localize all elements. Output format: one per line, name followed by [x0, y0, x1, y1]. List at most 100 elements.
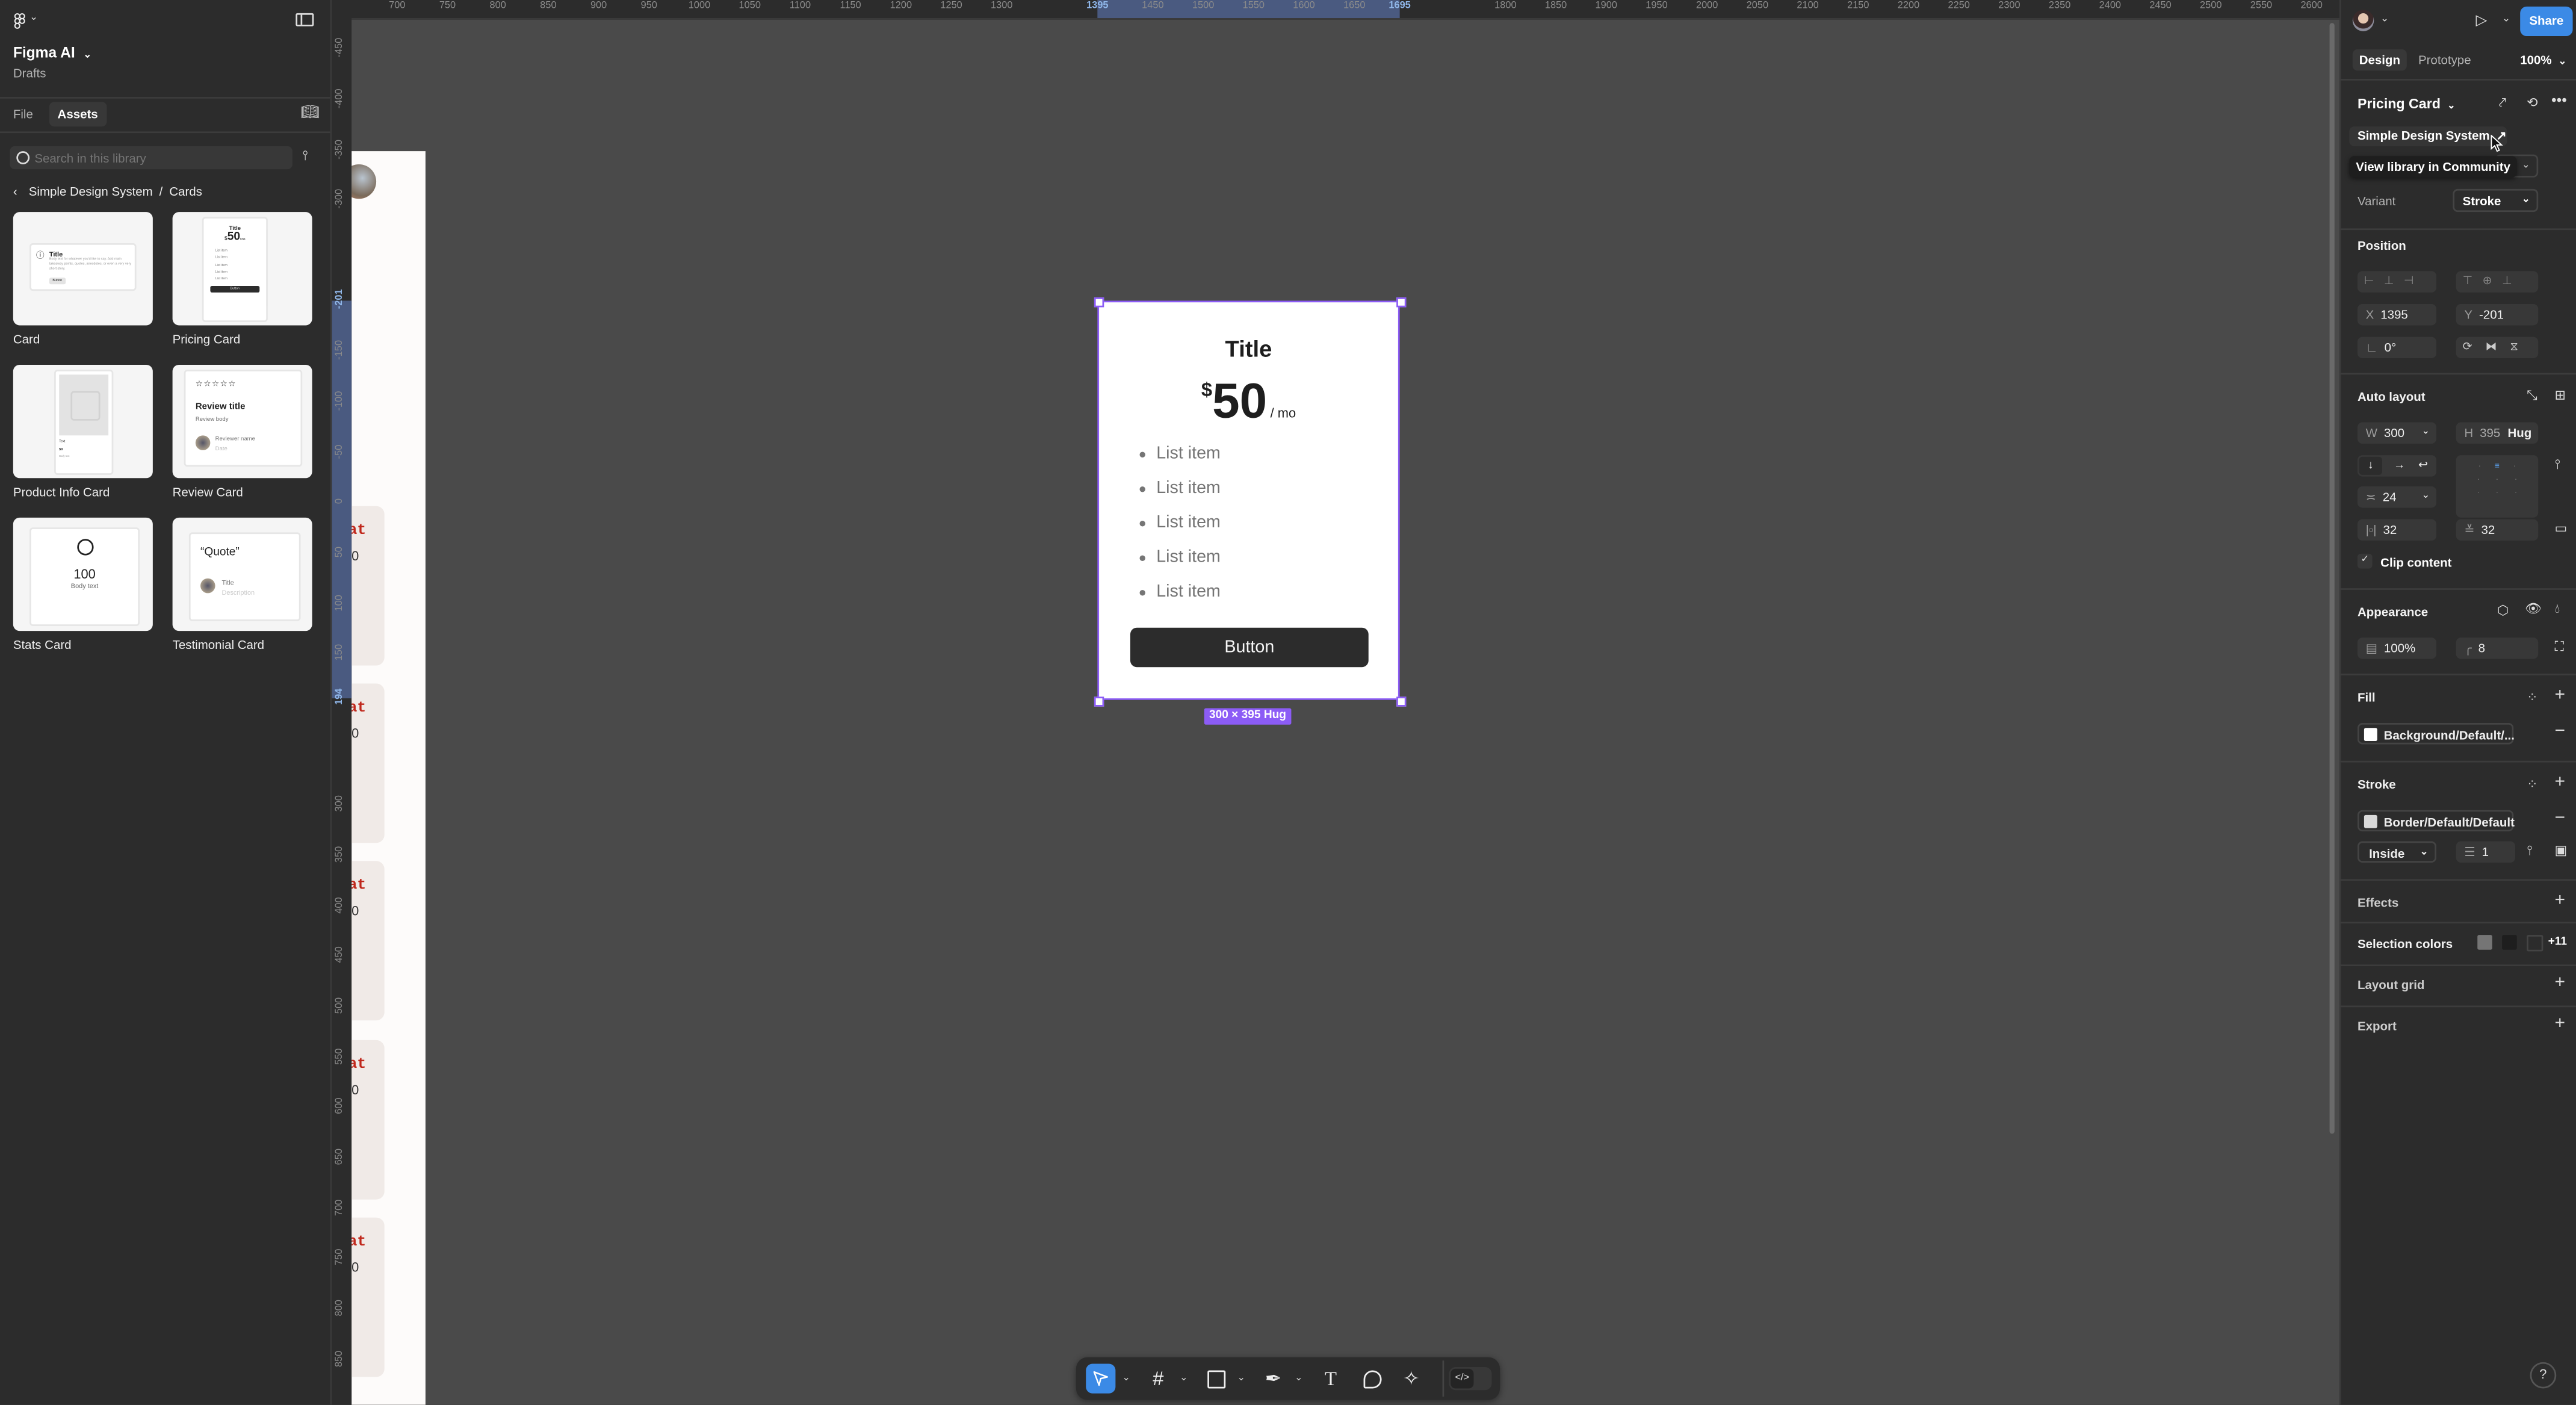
- component-thumb-stats-card[interactable]: 100 Body text: [13, 517, 153, 631]
- selection-color-swatch[interactable]: [2502, 935, 2517, 950]
- search-field[interactable]: [10, 146, 293, 170]
- tab-file[interactable]: File: [13, 107, 33, 122]
- stroke-sides-icon[interactable]: ▣: [2555, 844, 2568, 858]
- clip-content-checkbox[interactable]: ✓: [2357, 553, 2373, 569]
- back-chevron-icon[interactable]: ‹: [13, 184, 17, 199]
- direction-horizontal-icon[interactable]: →: [2394, 455, 2405, 476]
- alignment-grid[interactable]: · ≡ · · · · · · ·: [2456, 455, 2539, 518]
- figma-logo-menu[interactable]: ⌄: [13, 13, 38, 33]
- canvas-frame-strip[interactable]: at 0 at 0 at 0 at 0 at 0: [351, 151, 426, 1405]
- comment-tool-button[interactable]: [1358, 1365, 1385, 1392]
- tab-prototype[interactable]: Prototype: [2418, 52, 2471, 67]
- vertical-padding-input[interactable]: ≚ 32: [2456, 519, 2539, 541]
- component-name[interactable]: Pricing Card ⌄: [2358, 95, 2456, 111]
- add-effect-icon[interactable]: +: [2555, 892, 2566, 910]
- chevron-down-icon[interactable]: ⌄: [1295, 1372, 1303, 1383]
- frame-tool-button[interactable]: #: [1145, 1365, 1172, 1392]
- clip-content-label[interactable]: Clip content: [2380, 556, 2451, 571]
- layout-options-icon[interactable]: ⊞: [2555, 389, 2566, 403]
- rotation-input[interactable]: ∟ 0°: [2357, 337, 2436, 359]
- blend-mode-drop-icon[interactable]: 💧︎: [2555, 602, 2560, 616]
- component-thumb-testimonial-card[interactable]: “Quote” Title Description: [172, 517, 312, 631]
- canvas-card-partial[interactable]: at 0: [351, 1039, 385, 1199]
- horizontal-align-group[interactable]: ⊢⊥⊣: [2357, 271, 2436, 293]
- stroke-weight-input[interactable]: ☰ 1: [2456, 841, 2516, 863]
- detach-instance-icon[interactable]: ⤤: [2499, 96, 2506, 110]
- actions-tool-button[interactable]: ✧: [1398, 1365, 1425, 1392]
- visibility-eye-icon[interactable]: 👁︎: [2525, 602, 2542, 616]
- library-link[interactable]: Simple Design System ↗: [2349, 126, 2507, 146]
- tab-design[interactable]: Design: [2352, 49, 2407, 71]
- component-thumb-pricing-card[interactable]: Title $50/ mo List item List item List i…: [172, 212, 312, 326]
- resize-handle-tr[interactable]: [1396, 297, 1407, 308]
- width-input[interactable]: W 300 ⌄: [2357, 422, 2436, 444]
- horizontal-padding-input[interactable]: |▫| 32: [2357, 519, 2436, 541]
- reset-instance-icon[interactable]: ⟲: [2527, 96, 2537, 110]
- zoom-level-dropdown[interactable]: 100% ⌄: [2520, 52, 2566, 67]
- component-thumb-review-card[interactable]: ☆☆☆☆☆ Review title Review body Reviewer …: [172, 364, 312, 479]
- individual-corners-icon[interactable]: ⛶: [2555, 640, 2564, 654]
- chevron-down-icon[interactable]: ⌄: [1180, 1372, 1188, 1383]
- transform-buttons[interactable]: ⟳⧓⧖: [2456, 337, 2539, 359]
- dev-mode-toggle[interactable]: </>: [1449, 1367, 1492, 1391]
- library-book-icon[interactable]: 📖︎: [301, 104, 320, 120]
- pen-tool-button[interactable]: ✒: [1260, 1365, 1287, 1392]
- canvas-card-partial[interactable]: at 0: [351, 861, 385, 1022]
- more-options-icon[interactable]: •••: [2551, 93, 2567, 109]
- chevron-down-icon[interactable]: ⌄: [1122, 1372, 1130, 1383]
- layout-direction-group[interactable]: ↓ → ↩: [2357, 455, 2436, 477]
- card-button[interactable]: Button: [1130, 627, 1369, 668]
- direction-vertical-icon[interactable]: ↓: [2359, 456, 2382, 475]
- remove-stroke-icon[interactable]: −: [2555, 809, 2566, 828]
- vertical-align-group[interactable]: ⊤⊕⊥: [2456, 271, 2539, 293]
- gap-input[interactable]: ≍ 24 ⌄: [2357, 486, 2436, 508]
- add-layout-grid-icon[interactable]: +: [2555, 973, 2566, 993]
- suggest-auto-layout-icon[interactable]: ⤡: [2527, 389, 2537, 403]
- stroke-style[interactable]: Border/Default/Default: [2357, 810, 2515, 832]
- chevron-down-icon[interactable]: ⌄: [2380, 15, 2389, 25]
- x-position-input[interactable]: X 1395: [2357, 303, 2436, 326]
- breadcrumb-library[interactable]: Simple Design System: [29, 184, 153, 199]
- component-thumb-card[interactable]: ⓘ Title Body text for whatever you'd lik…: [13, 212, 153, 326]
- resize-handle-tl[interactable]: [1094, 297, 1104, 308]
- share-button[interactable]: Share: [2520, 6, 2573, 37]
- chevron-down-icon[interactable]: ⌄: [2502, 15, 2510, 25]
- stroke-position-dropdown[interactable]: Inside ⌄: [2357, 841, 2436, 863]
- resize-handle-br[interactable]: [1396, 696, 1407, 707]
- pricing-card[interactable]: Title $50/ mo ● List item ● List item ● Lis…: [1097, 300, 1400, 700]
- variable-mode-icon[interactable]: ⬡: [2497, 604, 2509, 618]
- individual-padding-icon[interactable]: ▭: [2555, 522, 2568, 536]
- styles-grid-icon[interactable]: ⁘: [2527, 690, 2537, 705]
- canvas-card-partial[interactable]: at 0: [351, 684, 385, 843]
- selection-color-swatch[interactable]: [2477, 935, 2492, 950]
- canvas[interactable]: [351, 18, 2339, 1405]
- add-stroke-icon[interactable]: +: [2555, 773, 2566, 792]
- component-thumb-product-info-card[interactable]: Text $0 Body text: [13, 364, 153, 479]
- canvas-card-partial[interactable]: at 0: [351, 1217, 385, 1377]
- filter-sliders-icon[interactable]: ⫯: [302, 149, 308, 163]
- resize-handle-bl[interactable]: [1094, 696, 1104, 707]
- tab-assets[interactable]: Assets: [49, 102, 107, 127]
- add-fill-icon[interactable]: +: [2555, 686, 2566, 705]
- selection-color-swatch[interactable]: [2527, 935, 2543, 952]
- add-export-icon[interactable]: +: [2555, 1015, 2566, 1034]
- variant-dropdown[interactable]: Stroke ⌄: [2453, 188, 2539, 212]
- more-colors-count[interactable]: +11: [2548, 937, 2567, 948]
- layout-settings-icon[interactable]: ⫯: [2555, 457, 2561, 472]
- move-tool-button[interactable]: [1086, 1363, 1116, 1394]
- chevron-down-icon[interactable]: ⌄: [1237, 1372, 1245, 1383]
- y-position-input[interactable]: Y -201: [2456, 303, 2539, 326]
- styles-grid-icon[interactable]: ⁘: [2527, 777, 2537, 792]
- user-avatar[interactable]: [2352, 10, 2374, 31]
- search-input[interactable]: [34, 146, 281, 170]
- fill-style[interactable]: Background/Default/...: [2357, 723, 2515, 745]
- text-tool-button[interactable]: T: [1317, 1365, 1344, 1392]
- present-play-button[interactable]: ▷: [2475, 12, 2487, 28]
- height-input[interactable]: H 395 Hug: [2456, 422, 2539, 444]
- stroke-settings-icon[interactable]: ⫯: [2527, 844, 2533, 858]
- toggle-sidebar-button[interactable]: [296, 13, 314, 29]
- direction-wrap-icon[interactable]: ↩: [2418, 455, 2428, 476]
- opacity-input[interactable]: ▤ 100%: [2357, 637, 2436, 659]
- project-location[interactable]: Drafts: [13, 66, 46, 81]
- help-button[interactable]: ?: [2530, 1362, 2557, 1389]
